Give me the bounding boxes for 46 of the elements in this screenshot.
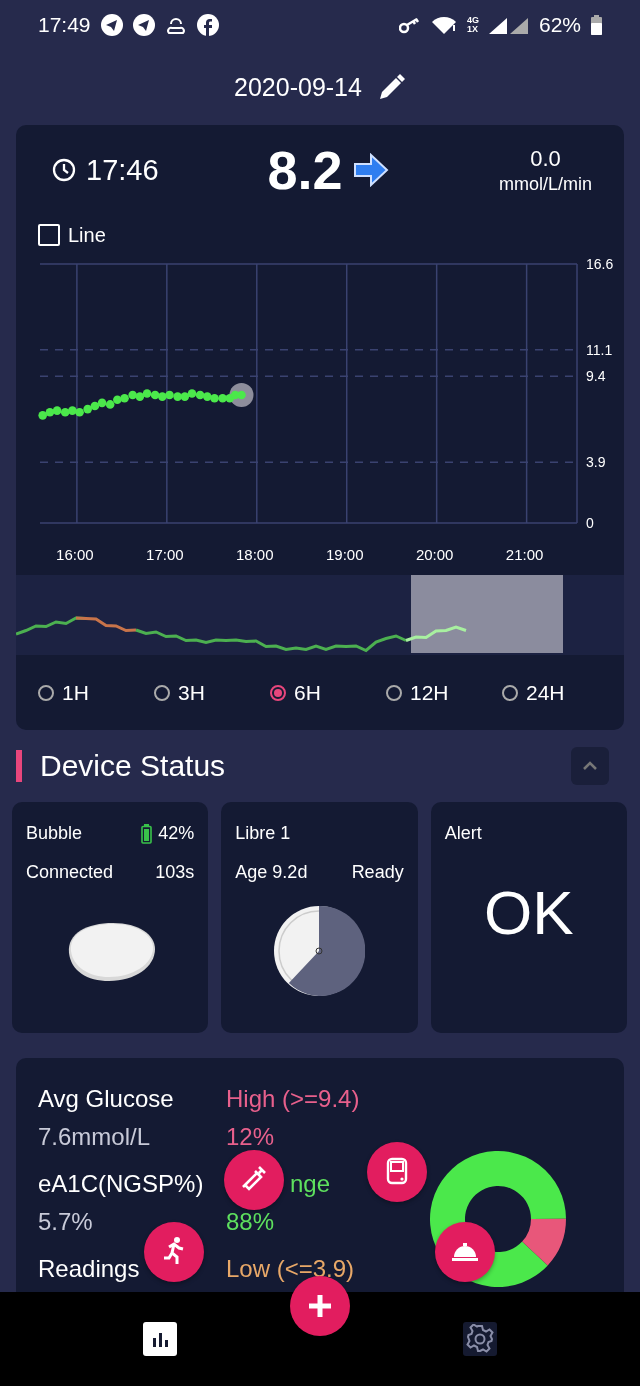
range-percentage: 88% [226,1207,275,1237]
network-type-label: 4G [466,16,479,25]
last-seen-time: 103s [155,862,195,883]
axis-label: 16.6 [586,256,614,272]
stat-label: Readings [38,1254,140,1284]
axis-label: 11.1 [586,341,613,358]
sensor-name: Libre 1 [235,823,291,844]
date-label: 2020-09-14 [234,73,362,102]
rate-unit: mmol/L/min [499,173,592,195]
range-option[interactable]: 1H [38,680,154,705]
range-option[interactable]: 3H [154,680,270,705]
axis-label: 19:00 [325,546,364,563]
range-option[interactable]: 6H [270,680,386,705]
axis-label: 0 [586,515,594,531]
range-option[interactable]: 24H [502,680,618,705]
axis-label: 20:00 [415,546,454,563]
network-type-label: 1X [466,25,479,34]
clock-time: 17:49 [38,13,91,37]
device-name: Bubble [26,823,83,844]
range-percentage: 12% [226,1122,275,1152]
stat-label: eA1C(NGSP%) [38,1169,204,1199]
range-label: nge [290,1169,331,1199]
axis-label: 3.9 [586,454,606,471]
battery-percentage: 42% [158,823,195,844]
sensor-status: Ready [351,862,404,883]
alert-status: OK [484,876,574,949]
rate-value: 0.0 [529,145,562,172]
axis-label: 9.4 [586,368,606,385]
glucose-value: 8.2 [267,139,343,201]
reading-time: 17:46 [86,153,159,187]
axis-label: 21:00 [505,546,544,563]
axis-label: 16:00 [56,546,94,563]
stat-value: 7.6mmol/L [38,1122,151,1152]
section-title: Device Status [40,749,227,783]
card-title: Alert [444,823,482,844]
range-label: Low (<=3.9) [226,1254,355,1284]
connection-status: Connected [26,862,114,883]
checkbox-label: Line [68,223,106,247]
battery-percentage: 62% [538,13,581,37]
range-option[interactable]: 12H [386,680,502,705]
axis-label: 17:00 [146,546,184,563]
stat-label: Avg Glucose [38,1084,174,1114]
sensor-age: Age 9.2d [235,862,308,883]
stat-value: 5.7% [38,1207,93,1237]
axis-label: 18:00 [236,546,274,563]
range-label: High (>=9.4) [226,1084,360,1114]
